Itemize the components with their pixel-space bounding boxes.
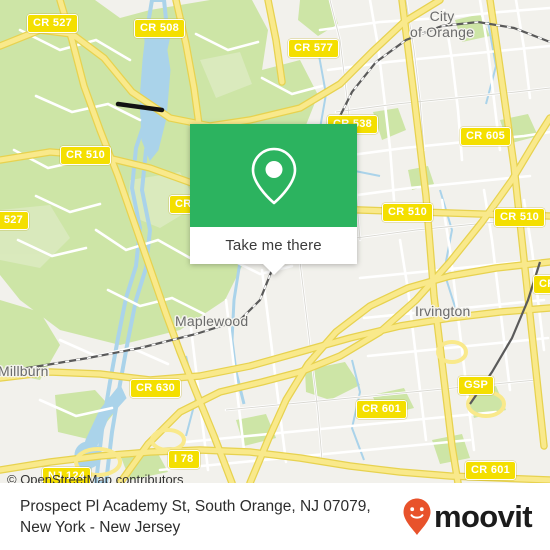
osm-attribution[interactable]: © OpenStreetMap contributors <box>7 472 184 483</box>
road-shield-cr-577[interactable]: CR 577 <box>288 39 340 58</box>
road-shield-cr-605[interactable]: CR 605 <box>460 127 512 146</box>
moovit-logo[interactable]: moovit <box>402 497 533 537</box>
road-shield-gsp[interactable]: GSP <box>458 376 495 395</box>
map-pin-icon <box>251 147 296 204</box>
road-shield-i-78[interactable]: I 78 <box>168 450 200 469</box>
road-shield-cr-510-mid[interactable]: CR 510 <box>382 203 434 222</box>
road-shield-cr-601-left[interactable]: CR 601 <box>356 400 408 419</box>
map-canvas[interactable]: City of Orange Irvington Maplewood Millbu… <box>0 0 550 483</box>
location-popup[interactable]: Take me there <box>190 124 357 275</box>
footer-address-line1: Prospect Pl Academy St, South Orange, NJ… <box>20 497 371 515</box>
take-me-there-label: Take me there <box>225 237 322 254</box>
popup-action-bar[interactable]: Take me there <box>190 227 357 275</box>
moovit-smiley-pin-icon <box>403 498 431 535</box>
footer-bar: Prospect Pl Academy St, South Orange, NJ… <box>0 483 550 550</box>
footer-address-line2: New York - New Jersey <box>20 518 181 536</box>
road-shield-cr-510-left[interactable]: CR 510 <box>60 146 112 165</box>
road-shield-cr-527[interactable]: CR 527 <box>27 14 79 33</box>
road-shield-partial-right[interactable]: CR 601 <box>533 275 550 294</box>
popup-header <box>190 124 357 227</box>
road-shield-cr-601-right[interactable]: CR 601 <box>465 461 517 480</box>
moovit-wordmark: moovit <box>433 499 533 534</box>
road-shield-cr-630[interactable]: CR 630 <box>130 379 182 398</box>
moovit-map-screenshot: City of Orange Irvington Maplewood Millbu… <box>0 0 550 550</box>
footer-address: Prospect Pl Academy St, South Orange, NJ… <box>20 496 371 538</box>
popup-pointer <box>262 264 285 275</box>
road-shield-partial-left[interactable]: CR 527 <box>0 211 30 230</box>
road-shield-cr-510-right[interactable]: CR 510 <box>494 208 546 227</box>
road-shield-cr-508[interactable]: CR 508 <box>134 19 186 38</box>
